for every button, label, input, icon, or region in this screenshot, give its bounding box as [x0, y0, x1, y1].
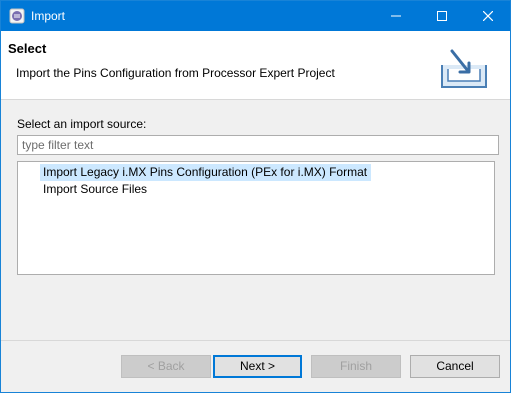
eclipse-app-icon: [9, 8, 25, 24]
minimize-icon: [390, 15, 401, 17]
title-bar[interactable]: Import: [1, 1, 510, 31]
tree-item-import-legacy-imx-pins[interactable]: Import Legacy i.MX Pins Configuration (P…: [40, 164, 372, 181]
maximize-button[interactable]: [419, 1, 464, 31]
back-button[interactable]: < Back: [121, 355, 211, 378]
close-button[interactable]: [465, 1, 510, 31]
wizard-banner: Select Import the Pins Configuration fro…: [1, 31, 510, 100]
close-icon: [482, 11, 493, 21]
page-description: Import the Pins Configuration from Proce…: [16, 66, 335, 80]
import-wizard-icon: [441, 49, 487, 88]
next-button[interactable]: Next >: [213, 355, 302, 378]
import-source-label: Select an import source:: [17, 117, 147, 131]
import-dialog: Import Select Import the Pins Configurat…: [0, 0, 511, 393]
filter-input[interactable]: [17, 135, 499, 155]
minimize-button[interactable]: [373, 1, 418, 31]
tree-item-import-source-files[interactable]: Import Source Files: [40, 181, 151, 198]
finish-button[interactable]: Finish: [311, 355, 401, 378]
button-bar-separator: [1, 340, 510, 341]
maximize-icon: [436, 11, 447, 21]
import-source-tree[interactable]: Import Legacy i.MX Pins Configuration (P…: [17, 161, 495, 275]
cancel-button[interactable]: Cancel: [410, 355, 500, 378]
window-title: Import: [31, 9, 66, 23]
page-title: Select: [8, 41, 47, 56]
